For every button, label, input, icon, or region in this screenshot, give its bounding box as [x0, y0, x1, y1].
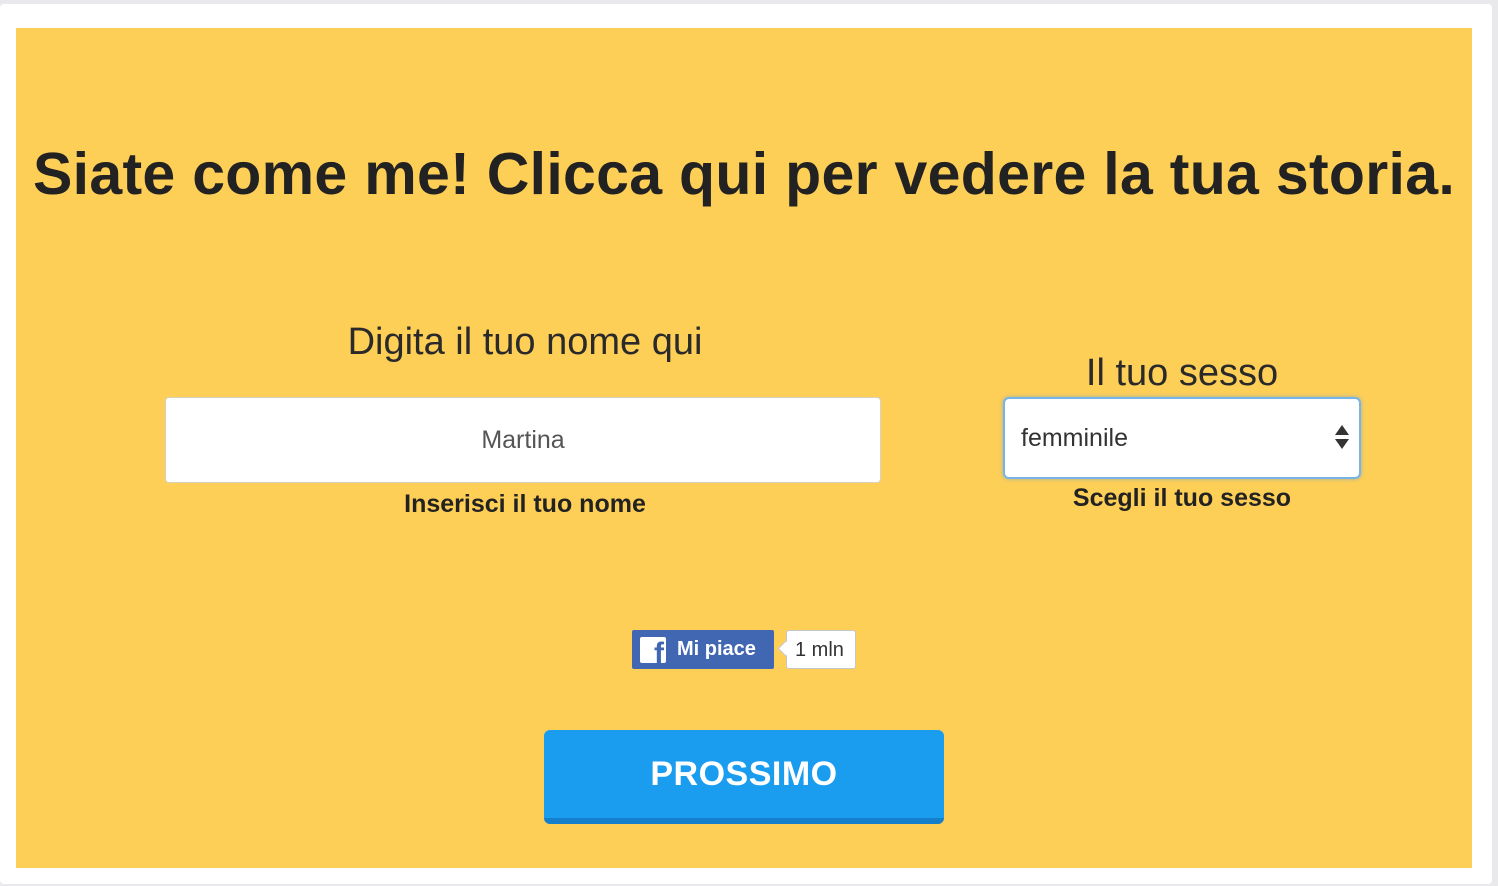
name-input[interactable] — [165, 397, 881, 483]
like-count-text: 1 mln — [795, 639, 844, 661]
facebook-like-label: Mi piace — [677, 638, 756, 660]
name-label: Digita il tuo nome qui — [347, 321, 703, 363]
form-panel: Siate come me! Clicca qui per vedere la … — [16, 28, 1472, 868]
facebook-like-button[interactable]: f Mi piace — [632, 630, 774, 669]
sex-label: Il tuo sesso — [1085, 352, 1279, 394]
page-frame: Siate come me! Clicca qui per vedere la … — [0, 4, 1492, 884]
name-help-text: Inserisci il tuo nome — [404, 490, 646, 518]
sex-select[interactable]: femminile — [1003, 397, 1361, 479]
facebook-logo-icon: f — [640, 637, 666, 663]
next-button[interactable]: PROSSIMO — [544, 730, 944, 824]
sex-select-value: femminile — [1021, 424, 1128, 452]
facebook-like-count: 1 mln — [777, 630, 856, 669]
sex-help-text: Scegli il tuo sesso — [1072, 484, 1292, 512]
page-title: Siate come me! Clicca qui per vedere la … — [32, 141, 1456, 207]
select-arrows-icon — [1335, 423, 1349, 453]
